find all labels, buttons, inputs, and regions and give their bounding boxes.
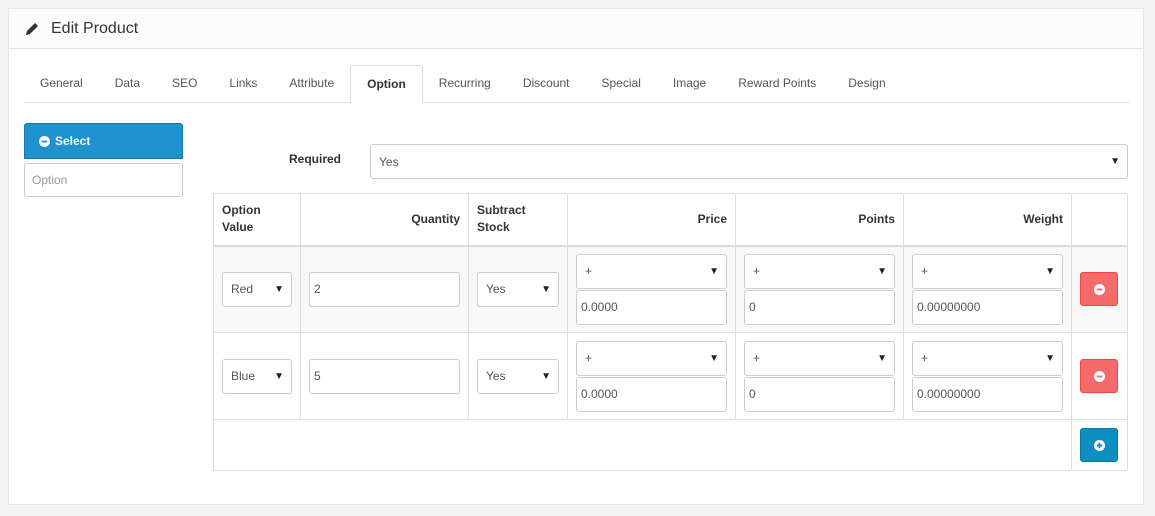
option-value-select[interactable]: Red ▼: [222, 271, 292, 307]
page-title: Edit Product: [51, 19, 139, 37]
subtract-stock-text: Yes: [486, 369, 506, 383]
price-prefix-text: +: [585, 264, 593, 279]
points-prefix-select[interactable]: + ▼: [744, 340, 895, 376]
tab-attribute[interactable]: Attribute: [273, 65, 350, 103]
edit-product-panel: Edit Product General Data SEO Links Attr…: [8, 8, 1144, 505]
required-value: Yes: [379, 154, 399, 169]
option-search-input[interactable]: [24, 163, 183, 197]
tab-special[interactable]: Special: [586, 65, 657, 103]
tab-recurring[interactable]: Recurring: [423, 65, 507, 103]
quantity-input[interactable]: 5: [309, 358, 460, 394]
header-points: Points: [735, 193, 904, 247]
tab-general[interactable]: General: [24, 65, 99, 103]
tab-image[interactable]: Image: [657, 65, 722, 103]
quantity-input[interactable]: 2: [309, 271, 460, 307]
header-quantity: Quantity: [300, 193, 469, 247]
pencil-icon: [26, 22, 38, 35]
tab-links[interactable]: Links: [213, 65, 273, 103]
option-value-text: Red: [231, 282, 254, 297]
points-prefix-select[interactable]: + ▼: [744, 253, 895, 289]
points-prefix-text: +: [753, 264, 761, 279]
points-input[interactable]: 0: [744, 376, 895, 412]
select-button-label: Select: [55, 134, 91, 148]
tab-seo[interactable]: SEO: [156, 65, 213, 103]
minus-circle-icon: [1093, 283, 1105, 295]
caret-down-icon: ▼: [877, 265, 887, 277]
caret-down-icon: ▼: [709, 265, 719, 277]
caret-down-icon: ▼: [1045, 265, 1055, 277]
plus-circle-icon: [1093, 439, 1105, 451]
weight-prefix-text: +: [921, 351, 929, 365]
required-select[interactable]: Yes ▼: [370, 144, 1128, 179]
footer-spacer: [213, 419, 1072, 471]
caret-down-icon: ▼: [1045, 352, 1055, 364]
points-input[interactable]: 0: [744, 289, 895, 325]
subtract-stock-select[interactable]: Yes ▼: [477, 358, 559, 394]
weight-prefix-select[interactable]: + ▼: [912, 253, 1063, 289]
weight-input[interactable]: 0.00000000: [912, 376, 1063, 412]
required-label: Required: [288, 152, 341, 166]
subtract-stock-text: Yes: [486, 282, 506, 297]
table-row: Blue ▼ 5 Yes ▼ + ▼ 0.0000 + ▼ 0 + ▼ 0.00000000: [213, 332, 1128, 420]
tab-data[interactable]: Data: [99, 65, 156, 103]
minus-circle-icon: [1093, 370, 1105, 382]
caret-down-icon: ▼: [274, 283, 284, 295]
tab-option[interactable]: Option: [350, 65, 423, 104]
caret-down-icon: ▼: [541, 283, 551, 295]
price-prefix-select[interactable]: + ▼: [576, 340, 727, 376]
weight-prefix-select[interactable]: + ▼: [912, 340, 1063, 376]
points-prefix-text: +: [753, 351, 761, 365]
caret-down-icon: ▼: [541, 370, 551, 382]
caret-down-icon: ▼: [709, 352, 719, 364]
option-values-table: Option Value Quantity Subtract Stock Pri…: [213, 193, 1128, 471]
header-weight: Weight: [903, 193, 1072, 247]
table-footer-row: [213, 419, 1128, 471]
header-price: Price: [567, 193, 736, 247]
header-option-value: Option Value: [213, 193, 301, 247]
tab-design[interactable]: Design: [832, 65, 901, 103]
option-value-text: Blue: [231, 369, 256, 383]
price-input[interactable]: 0.0000: [576, 289, 727, 325]
header-action: [1071, 193, 1128, 247]
select-option-button[interactable]: Select: [24, 123, 183, 159]
remove-option-value-button[interactable]: [1080, 272, 1118, 307]
weight-input[interactable]: 0.00000000: [912, 289, 1063, 325]
minus-circle-icon: [39, 135, 50, 147]
price-input[interactable]: 0.0000: [576, 376, 727, 412]
tab-reward-points[interactable]: Reward Points: [722, 65, 832, 103]
table-row: Red ▼ 2 Yes ▼ + ▼ 0.0000 + ▼ 0 + ▼ 0.00000000: [213, 245, 1128, 333]
weight-prefix-text: +: [921, 264, 929, 279]
price-prefix-select[interactable]: + ▼: [576, 253, 727, 289]
panel-heading: Edit Product: [9, 9, 1143, 49]
subtract-stock-select[interactable]: Yes ▼: [477, 271, 559, 307]
tab-discount[interactable]: Discount: [507, 65, 586, 103]
header-subtract-stock: Subtract Stock: [468, 193, 568, 247]
tab-bar: General Data SEO Links Attribute Option …: [24, 65, 1129, 104]
remove-option-value-button[interactable]: [1080, 359, 1118, 393]
price-prefix-text: +: [585, 351, 593, 365]
add-option-value-button[interactable]: [1080, 428, 1118, 462]
caret-down-icon: ▼: [877, 352, 887, 364]
option-value-select[interactable]: Blue ▼: [222, 358, 292, 394]
caret-down-icon: ▼: [274, 370, 284, 382]
caret-down-icon: ▼: [1110, 156, 1120, 167]
